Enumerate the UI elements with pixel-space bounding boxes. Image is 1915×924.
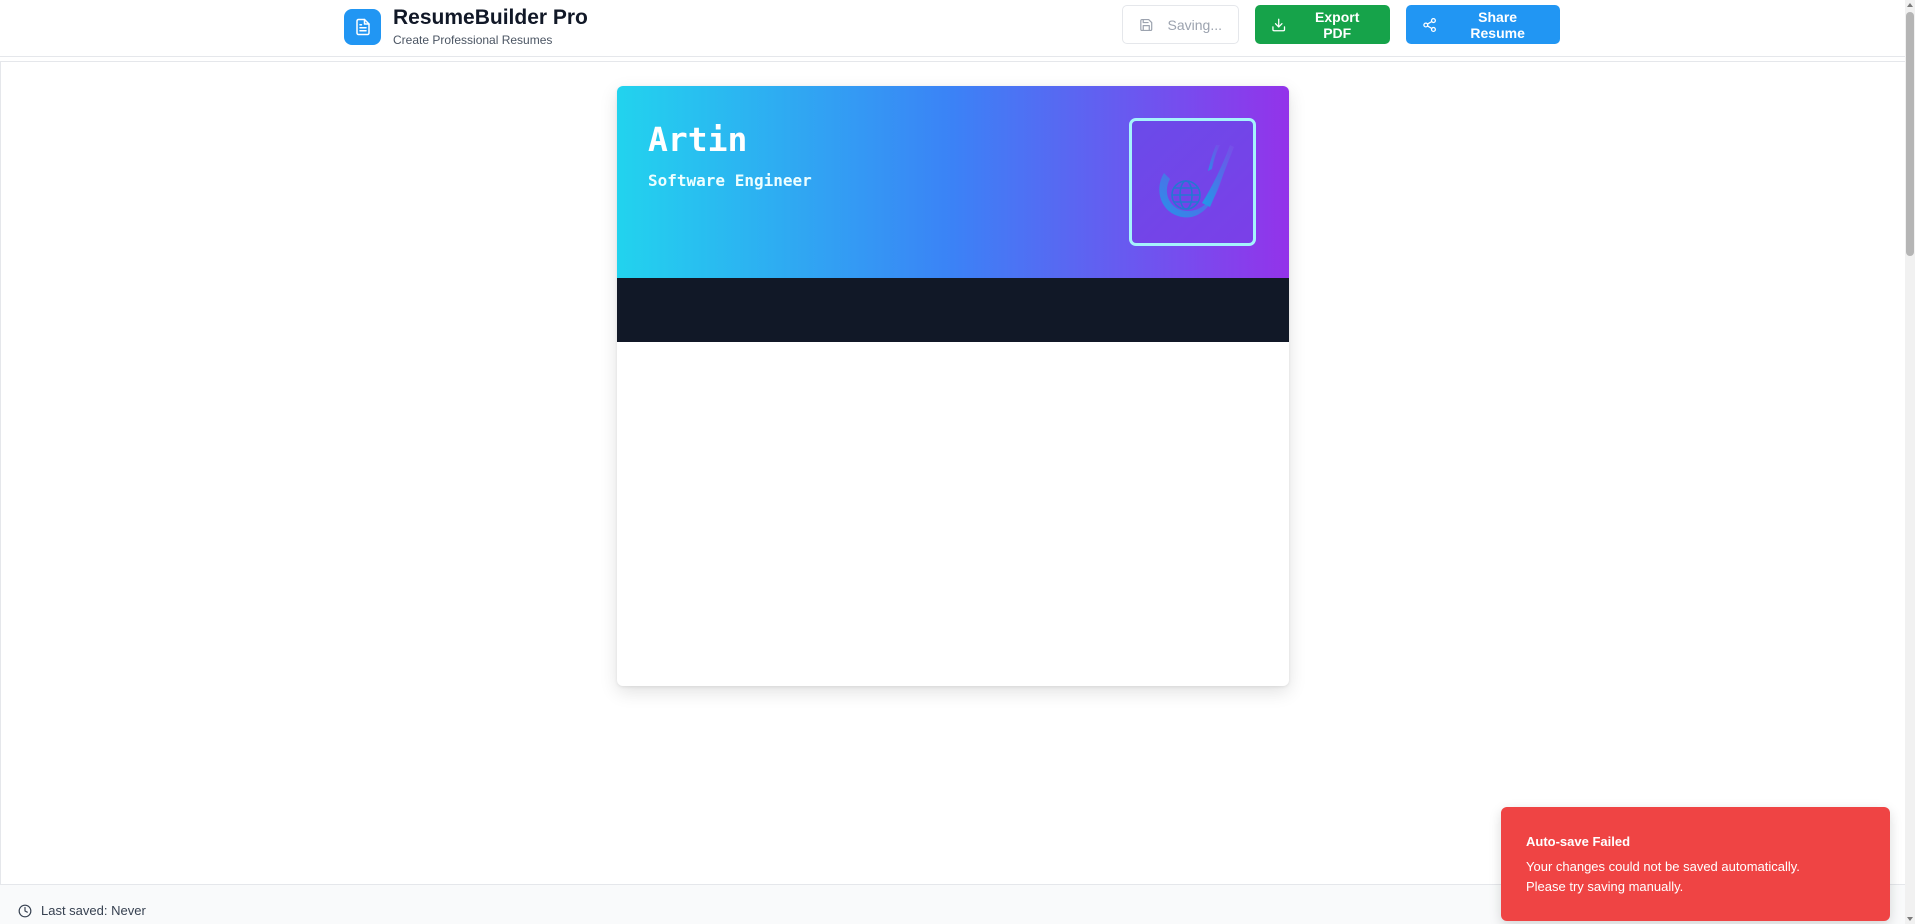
header-actions: Saving... Export PDF Share Resume — [1122, 5, 1560, 44]
clock-icon — [18, 904, 32, 917]
brand[interactable]: ResumeBuilder Pro Create Professional Re… — [344, 6, 588, 48]
brand-subtitle: Create Professional Resumes — [393, 33, 553, 47]
app-root: ResumeBuilder Pro Create Professional Re… — [0, 0, 1915, 924]
divider — [0, 61, 1905, 62]
resume-header: Artin Software Engineer — [617, 86, 1289, 278]
globe-swoosh-logo-icon — [1158, 145, 1234, 218]
vertical-scrollbar[interactable] — [1905, 0, 1915, 924]
toast-title: Auto-save Failed — [1526, 834, 1631, 849]
brand-text: ResumeBuilder Pro Create Professional Re… — [393, 6, 588, 48]
save-icon — [1140, 18, 1153, 31]
toast-message-line-1: Your changes could not be saved automati… — [1526, 859, 1800, 874]
resume-role[interactable]: Software Engineer — [648, 171, 812, 190]
resume-name[interactable]: Artin — [648, 120, 747, 159]
scroll-up-icon[interactable] — [1907, 3, 1913, 7]
divider — [0, 61, 1, 886]
export-pdf-button[interactable]: Export PDF — [1255, 5, 1390, 44]
profile-photo[interactable] — [1129, 118, 1256, 246]
share-resume-label: Share Resume — [1470, 8, 1525, 41]
brand-title: ResumeBuilder Pro — [393, 6, 588, 29]
last-saved-label: Last saved: Never — [41, 903, 146, 918]
share-icon — [1423, 17, 1436, 32]
scroll-thumb[interactable] — [1906, 12, 1914, 256]
export-pdf-label: Export PDF — [1315, 8, 1360, 41]
resume-contact-bar — [617, 278, 1289, 342]
document-icon — [344, 9, 381, 45]
toast-message-line-2: Please try saving manually. — [1526, 879, 1684, 894]
error-toast[interactable]: Auto-save Failed Your changes could not … — [1501, 807, 1890, 921]
share-resume-button[interactable]: Share Resume — [1406, 5, 1560, 44]
save-button-label: Saving... — [1167, 16, 1222, 33]
top-header: ResumeBuilder Pro Create Professional Re… — [0, 0, 1905, 57]
download-icon — [1272, 18, 1286, 31]
last-saved-status: Last saved: Never — [18, 903, 146, 918]
save-button[interactable]: Saving... — [1122, 5, 1239, 44]
resume-preview[interactable]: Artin Software Engineer — [617, 86, 1289, 686]
scroll-down-icon[interactable] — [1907, 917, 1913, 921]
